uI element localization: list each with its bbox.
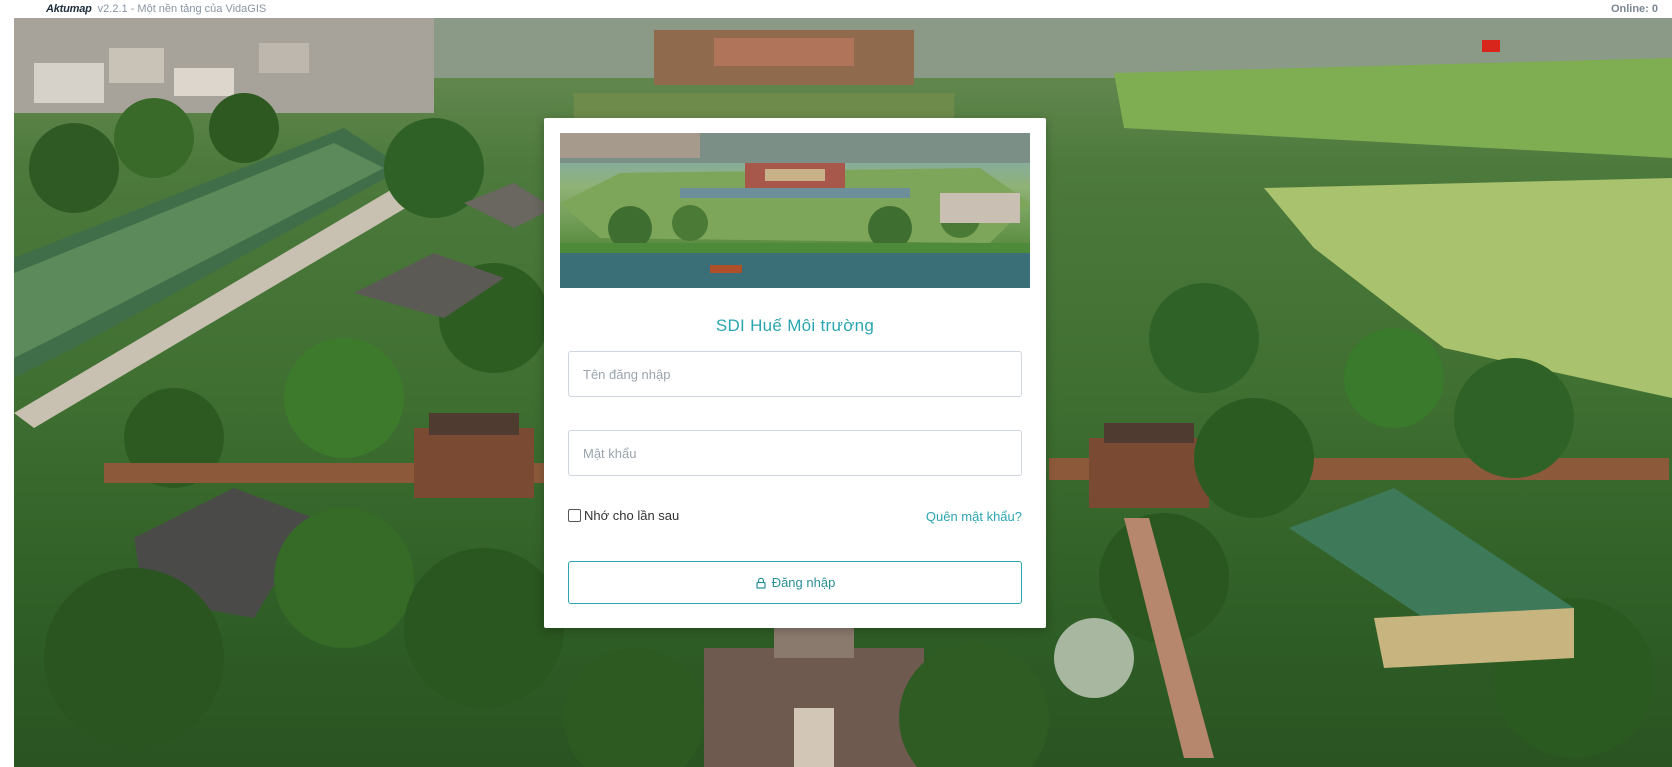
remember-me-checkbox[interactable]: Nhớ cho lần sau: [568, 508, 679, 523]
forgot-password-link[interactable]: Quên mật khẩu?: [926, 509, 1022, 524]
login-title: SDI Huế Môi trường: [715, 316, 875, 335]
citadel-banner-illustration: [560, 133, 1030, 288]
login-button-label: Đăng nhập: [771, 575, 836, 590]
top-status-bar: Aktumap v2.2.1 - Một nền tảng của VidaGI…: [0, 0, 1672, 18]
login-card: SDI Huế Môi trường Nhớ cho lần sau Quên …: [544, 118, 1046, 628]
app-version-text: v2.2.1 - Một nền tảng của VidaGIS: [97, 3, 267, 15]
username-field[interactable]: [568, 351, 1022, 397]
online-counter: Online: 0: [1610, 3, 1658, 15]
password-input[interactable]: [583, 445, 1007, 461]
username-input[interactable]: [583, 366, 1007, 382]
remember-me-label: Nhớ cho lần sau: [584, 508, 680, 523]
login-button[interactable]: Đăng nhập: [568, 561, 1022, 604]
app-brand-logo: Aktumap: [46, 3, 92, 15]
citadel-banner-image: [560, 133, 1030, 288]
lock-icon: [755, 577, 767, 589]
password-field[interactable]: [568, 430, 1022, 476]
checkbox-icon[interactable]: [568, 509, 581, 522]
